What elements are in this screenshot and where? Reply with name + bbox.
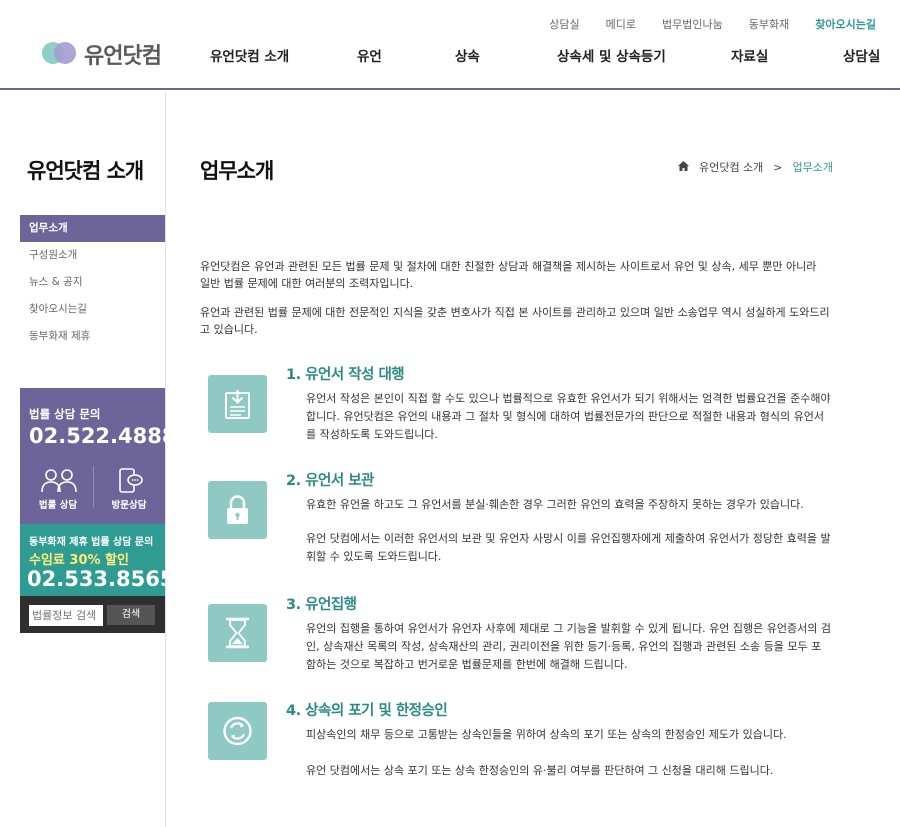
cycle-icon: [208, 702, 267, 760]
site-header: 상담실 메디로 법무법인나눔 동부화재 찾아오시는길 유언닷컴 유언닷컴 소개 …: [0, 0, 900, 90]
util-link-law-firm[interactable]: 법무법인나눔: [662, 16, 723, 32]
intro-paragraph-1: 유언닷컴은 유언과 관련된 모든 법률 문제 및 절차에 대한 친절한 상담과 …: [200, 260, 817, 290]
util-link-consult[interactable]: 상담실: [549, 16, 579, 32]
lock-icon: [208, 481, 267, 539]
consult-box: 법률 상담 문의 02.522.4888 법률 상담 방문상담: [20, 388, 176, 524]
util-link-medi[interactable]: 메디로: [606, 16, 636, 32]
home-icon[interactable]: [678, 160, 690, 174]
page-title: 업무소개: [200, 159, 274, 183]
service-title-renunciation: 4. 상속의 포기 및 한정승인: [286, 703, 448, 719]
legal-consult-button[interactable]: 법률 상담: [28, 497, 88, 511]
hourglass-icon: [208, 604, 267, 662]
promo-line1: 동부화재 제휴 법률 상담 문의: [29, 537, 154, 548]
people-icon[interactable]: [39, 468, 79, 494]
document-download-icon: [208, 375, 267, 433]
sidebar-divider: [165, 92, 166, 827]
sidebar-menu: 업무소개 구성원소개 뉴스 & 공지 찾아오시는길 동부화재 제휴: [20, 215, 165, 350]
sidebar-item-members[interactable]: 구성원소개: [20, 242, 165, 269]
service-title-will-execution: 3. 유언집행: [286, 597, 357, 613]
search-button[interactable]: 검색: [107, 605, 155, 625]
breadcrumb-about[interactable]: 유언닷컴 소개: [699, 159, 763, 175]
consult-phone: 02.522.4888: [29, 424, 177, 448]
nav-item-resources[interactable]: 자료실: [731, 45, 768, 65]
service-body-renunciation-2: 유언 닷컴에서는 상속 포기 또는 상속 한정승인의 유·불리 여부를 판단하여…: [306, 764, 774, 777]
service-body-will-storage-2: 유언 닷컴에서는 이러한 유언서의 보관 및 유언자 사망시 이를 유언집행자에…: [306, 532, 831, 563]
nav-item-tax-registration[interactable]: 상속세 및 상속등기: [557, 45, 666, 65]
intro-paragraph-2: 유언과 관련된 법률 문제에 대한 전문적인 지식을 갖춘 변호사가 직접 본 …: [200, 306, 830, 336]
main-navigation: 유언닷컴 소개 유언 상속 상속세 및 상속등기 자료실 상담실: [0, 45, 900, 65]
breadcrumb: 유언닷컴 소개 > 업무소개: [678, 159, 833, 175]
util-link-dongbu[interactable]: 동부화재: [749, 16, 789, 32]
service-title-will-storage: 2. 유언서 보관: [286, 473, 374, 489]
service-body-will-execution: 유언의 집행을 통하여 유언서가 유언자 사후에 제대로 그 기능을 발휘할 수…: [306, 622, 831, 671]
util-link-directions[interactable]: 찾아오시는길: [815, 16, 876, 32]
breadcrumb-separator: >: [773, 160, 783, 174]
utility-menu: 상담실 메디로 법무법인나눔 동부화재 찾아오시는길: [523, 16, 876, 32]
sidebar-item-services[interactable]: 업무소개: [20, 215, 165, 242]
search-box: 검색: [20, 596, 165, 633]
consult-title: 법률 상담 문의: [29, 407, 101, 421]
sidebar-item-news[interactable]: 뉴스 & 공지: [20, 269, 165, 296]
nav-item-counsel[interactable]: 상담실: [843, 45, 880, 65]
search-input[interactable]: [29, 605, 103, 626]
page-root: { "header": { "util": ["상담실", "메디로", "법무…: [0, 0, 900, 827]
nav-item-will[interactable]: 유언: [357, 45, 382, 65]
service-body-will-storage: 유효한 유언을 하고도 그 유언서를 분실·훼손한 경우 그러한 유언의 효력을…: [306, 498, 804, 511]
sidebar-item-directions[interactable]: 찾아오시는길: [20, 296, 165, 323]
service-body-renunciation: 피상속인의 채무 등으로 고통받는 상속인들을 위하여 상속의 포기 또는 상속…: [306, 728, 787, 741]
dongbu-promo-box[interactable]: 동부화재 제휴 법률 상담 문의 수임료 30% 할인 02.533.8565: [20, 524, 174, 596]
consult-separator: [93, 466, 94, 508]
sidebar-item-dongbu[interactable]: 동부화재 제휴: [20, 323, 165, 350]
visit-consult-button[interactable]: 방문상담: [99, 497, 159, 511]
breadcrumb-current: 업무소개: [792, 161, 833, 174]
service-body-will-writing: 유언서 작성은 본인이 직접 할 수도 있으나 법률적으로 유효한 유언서가 되…: [306, 392, 831, 441]
mobile-chat-icon[interactable]: [110, 468, 150, 494]
promo-phone: 02.533.8565: [27, 567, 175, 591]
nav-item-inheritance[interactable]: 상속: [455, 45, 480, 65]
nav-item-about[interactable]: 유언닷컴 소개: [210, 45, 289, 65]
service-title-will-writing: 1. 유언서 작성 대행: [286, 367, 405, 383]
sidebar-title: 유언닷컴 소개: [27, 159, 144, 183]
promo-discount: 수임료 30% 할인: [29, 553, 129, 568]
